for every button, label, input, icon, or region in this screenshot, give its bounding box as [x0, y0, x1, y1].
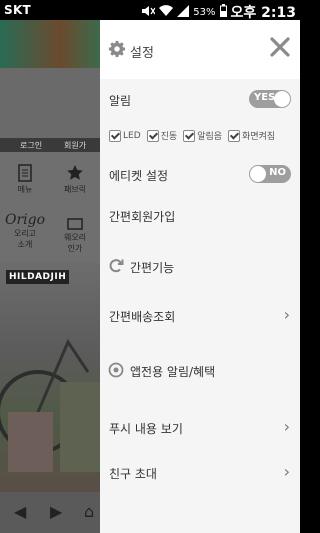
vibrate-label: 진동 — [160, 132, 178, 142]
push-view-row[interactable]: 푸시 내용 보기 › — [100, 404, 300, 451]
toggle-knob — [250, 166, 266, 182]
drawer-title: 설정 — [130, 46, 154, 61]
toggle-knob — [274, 91, 290, 107]
battery-icon — [219, 4, 227, 20]
bicycle-image — [0, 338, 100, 472]
list-icon — [18, 164, 32, 182]
background-photo — [0, 262, 100, 492]
carrier-label: SKT — [4, 3, 32, 17]
brand-logo: Origo — [4, 212, 46, 228]
etiquette-label: 에티켓 설정 — [109, 169, 169, 183]
menu-grid: 메뉴 패브릭 Origo 오리고 소개 웨오리 인가 — [0, 152, 100, 262]
checkbox-checked-icon — [228, 129, 241, 142]
chevron-right-icon: › — [283, 417, 290, 436]
screen-on-label: 화면켜짐 — [242, 132, 276, 142]
target-icon — [108, 362, 124, 378]
checkbox-checked-icon — [146, 129, 159, 142]
etiquette-row[interactable]: 에티켓 설정 NO — [100, 154, 300, 193]
sound-label: 알림음 — [197, 132, 223, 142]
battery-percent: 53% — [193, 6, 216, 18]
sound-checkbox[interactable]: 알림음 — [183, 129, 222, 142]
bag-icon — [67, 218, 83, 230]
login-link: 로그인 — [20, 141, 43, 150]
header-area — [0, 68, 100, 138]
invite-row[interactable]: 친구 초대 › — [100, 450, 300, 494]
easy-signup-row[interactable]: 간편회원가입 — [100, 192, 300, 239]
star-icon — [67, 165, 83, 180]
vibrate-checkbox[interactable]: 진동 — [146, 129, 178, 142]
shop-sub2: 인가 — [67, 244, 83, 253]
close-icon[interactable] — [268, 35, 292, 59]
drawer-header: 설정 — [100, 20, 300, 79]
brand-tag: HILDADJIH — [6, 270, 70, 284]
status-bar: SKT 53% 오후 2:13 — [0, 0, 300, 22]
app-alarm-label: 앱전용 알림/혜택 — [130, 365, 216, 379]
banner-image — [0, 20, 100, 68]
checkbox-checked-icon — [109, 129, 121, 142]
led-checkbox[interactable]: LED — [109, 129, 141, 142]
brand-cell: Origo 오리고 소개 — [0, 212, 50, 250]
back-arrow-icon: ◀ — [14, 502, 27, 521]
status-icons: 53% 오후 2:13 — [141, 2, 296, 22]
easy-signup-label: 간편회원가입 — [109, 210, 176, 224]
favorite-label: 패브릭 — [63, 185, 87, 194]
alarm-options-row: LED 진동 알림음 화면켜짐 — [100, 117, 300, 155]
easy-delivery-label: 간편배송조회 — [109, 310, 176, 324]
led-label: LED — [123, 130, 141, 141]
clock: 오후 2:13 — [230, 5, 296, 21]
brand-sub2: 소개 — [17, 240, 33, 249]
bottom-nav: ◀ ▶ ⌂ — [0, 492, 100, 533]
login-bar: 로그인 회원가 — [0, 138, 100, 152]
menu-label: 메뉴 — [17, 185, 33, 194]
easy-function-label: 간편기능 — [130, 261, 175, 275]
refresh-icon — [109, 259, 124, 273]
home-icon: ⌂ — [84, 502, 95, 521]
gear-icon — [108, 40, 126, 58]
shop-sub1: 웨오리 — [63, 233, 87, 242]
checkbox-checked-icon — [183, 129, 196, 142]
background-app: 로그인 회원가 메뉴 패브릭 Origo 오리고 소개 웨오리 인가 HILDA… — [0, 20, 100, 533]
alarm-toggle[interactable]: YES — [249, 90, 291, 108]
push-view-label: 푸시 내용 보기 — [109, 422, 183, 436]
app-alarm-row[interactable]: 앱전용 알림/혜택 — [100, 336, 300, 405]
etiquette-toggle[interactable]: NO — [249, 165, 291, 183]
easy-function-row[interactable]: 간편기능 — [100, 238, 300, 295]
forward-arrow-icon: ▶ — [50, 502, 63, 521]
alarm-row[interactable]: 알림 YES — [100, 79, 300, 118]
brand-sub1: 오리고 — [13, 229, 37, 238]
alarm-label: 알림 — [109, 94, 132, 108]
menu-cell: 메뉴 — [0, 164, 50, 195]
alarm-options: LED 진동 알림음 화면켜짐 — [109, 129, 275, 142]
chevron-right-icon: › — [283, 305, 290, 324]
alarm-toggle-text: YES — [254, 92, 276, 103]
wifi-icon — [159, 4, 174, 20]
favorite-cell: 패브릭 — [50, 164, 100, 195]
settings-drawer: 설정 알림 YES LED 진동 알림음 화면켜짐 에티켓 설정 NO 간편회원… — [100, 20, 300, 533]
etiquette-toggle-text: NO — [269, 167, 286, 178]
screen-on-checkbox[interactable]: 화면켜짐 — [228, 129, 275, 142]
chevron-right-icon: › — [283, 462, 290, 481]
mute-icon — [141, 5, 156, 20]
shop-cell: 웨오리 인가 — [50, 216, 100, 254]
easy-delivery-row[interactable]: 간편배송조회 › — [100, 294, 300, 337]
invite-label: 친구 초대 — [109, 467, 157, 481]
signup-link: 회원가 — [64, 141, 87, 150]
signal-icon — [177, 4, 190, 20]
